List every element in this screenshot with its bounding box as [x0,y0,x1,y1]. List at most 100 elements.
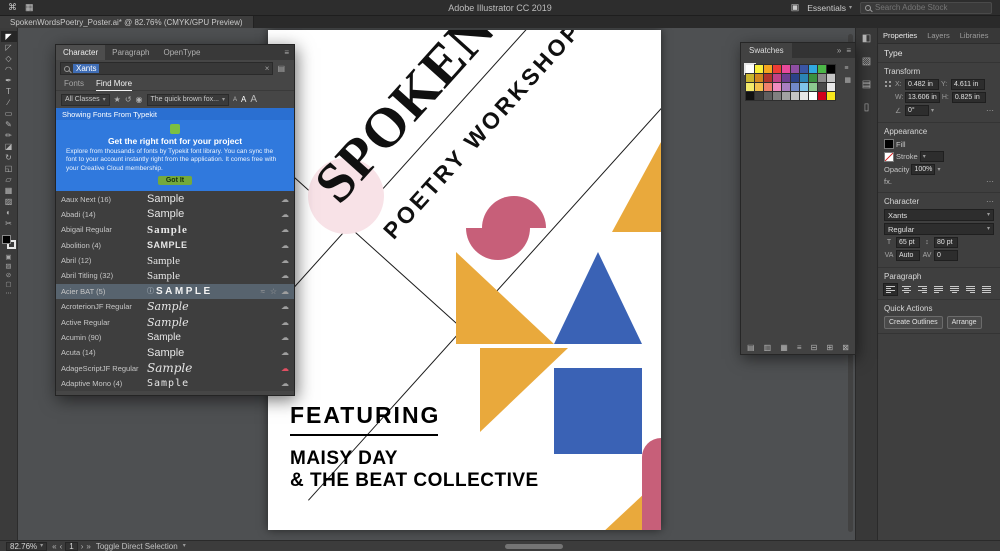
stock-search[interactable] [860,2,992,14]
swatch-libraries-icon[interactable]: ▤ [747,343,755,352]
font-list-item[interactable]: Abadi (14)Sample☁ [56,207,294,222]
font-list-item[interactable]: Abigail RegularSample☁ [56,222,294,237]
activate-font-icon[interactable]: ☁ [277,318,289,327]
search-options-icon[interactable]: ▤ [277,64,290,73]
sample-size-large-button[interactable]: A [250,94,257,105]
document-tab[interactable]: SpokenWordsPoetry_Poster.ai* @ 82.76% (C… [0,16,254,28]
panel-menu-icon[interactable]: ≡ [846,46,851,55]
pen-tool[interactable]: ✒ [1,75,17,86]
grid-view-icon[interactable]: ▦ [844,76,851,84]
swatch[interactable] [800,65,808,73]
activate-font-icon[interactable]: ☁ [277,271,289,280]
fill-stroke-widget[interactable] [2,235,16,249]
favorite-font-icon[interactable]: ☆ [265,287,277,296]
activate-font-icon[interactable]: ☁ [277,256,289,265]
preview-text-select[interactable]: The quick brown fox... ▾ [147,94,230,106]
align-center-button[interactable] [900,284,913,295]
align-justify-center-button[interactable] [948,284,961,295]
last-artboard-icon[interactable]: » [86,542,90,551]
leading-field[interactable]: 80 pt [934,237,958,248]
font-size-field[interactable]: 65 pt [896,237,920,248]
x-field[interactable]: 0.482 in [905,79,939,90]
activate-font-icon[interactable]: ☁ [277,195,289,204]
panel-menu-icon[interactable]: ≡ [284,48,294,57]
tracking-field[interactable]: 0 [934,250,958,261]
swatch[interactable] [782,83,790,91]
screen-mode-icon[interactable]: ⋯ [1,289,17,298]
swatch[interactable] [818,83,826,91]
align-justify-right-button[interactable] [964,284,977,295]
swatch[interactable] [809,83,817,91]
font-list-item[interactable]: AdageScriptJF RegularSample☁ [56,361,294,376]
magic-wand-tool[interactable]: ◇ [1,53,17,64]
collapse-panel-icon[interactable]: » [837,46,841,55]
font-info-icon[interactable]: ⓘ [147,286,154,296]
pencil-tool[interactable]: ✏ [1,130,17,141]
swatch[interactable] [791,74,799,82]
swatch[interactable] [755,83,763,91]
effects-button[interactable]: fx. [884,177,892,186]
activated-filter-icon[interactable]: ◉ [136,95,143,104]
font-list-item[interactable]: Acumin (90)Sample☁ [56,330,294,345]
font-list-item[interactable]: Adaptive Mono (4)Sample☁ [56,376,294,391]
apple-menu-icon[interactable]: ⌘ [8,2,17,13]
font-list-item[interactable]: Abril Titling (32)Sample☁ [56,268,294,283]
tab-properties[interactable]: Properties [878,31,922,40]
swatch-options-icon[interactable]: ≡ [797,343,802,352]
swatch[interactable] [800,92,808,100]
swatch[interactable] [800,74,808,82]
tab-find-more[interactable]: Find More [96,77,132,91]
color-mode-icon[interactable]: ▣ [1,253,17,262]
swatch[interactable] [827,83,835,91]
tab-character[interactable]: Character [56,45,105,60]
sample-size-small-button[interactable]: A [233,97,237,103]
font-list-item[interactable]: Abolition (4)SAMPLE☁ [56,237,294,252]
create-outlines-button[interactable]: Create Outlines [884,316,943,329]
scissors-tool[interactable]: ✂ [1,218,17,229]
align-left-button[interactable] [884,284,897,295]
draw-mode-icon[interactable]: ▢ [1,280,17,289]
none-mode-icon[interactable]: ⊘ [1,271,17,280]
dock-color-guide-icon[interactable]: ▧ [862,56,871,67]
scale-tool[interactable]: ◱ [1,163,17,174]
gradient-mode-icon[interactable]: ▨ [1,262,17,271]
activate-font-icon[interactable]: ☁ [277,348,289,357]
activate-font-icon[interactable]: ☁ [277,287,289,296]
new-swatch-icon[interactable]: ⊞ [826,343,833,352]
rectangle-tool[interactable]: ▭ [1,108,17,119]
activate-font-icon[interactable]: ☁ [277,225,289,234]
swatch[interactable] [827,65,835,73]
more-options-icon[interactable]: ⋯ [986,106,994,115]
swatch[interactable] [746,83,754,91]
font-class-filter[interactable]: All Classes ▾ [61,94,110,106]
activate-font-icon[interactable]: ☁ [277,364,289,373]
swatch[interactable] [773,83,781,91]
w-field[interactable]: 13.606 in [905,92,940,103]
swatch[interactable] [746,65,754,73]
dock-color-icon[interactable]: ◧ [862,33,871,44]
font-search-input[interactable]: Xants × [60,62,273,75]
direct-selection-tool[interactable]: ◸ [1,42,17,53]
artboard-number-field[interactable]: 1 [65,542,77,551]
next-artboard-icon[interactable]: › [81,542,84,551]
swatch[interactable] [773,92,781,100]
free-transform-tool[interactable]: ▱ [1,174,17,185]
reference-point-selector[interactable] [884,80,893,89]
swatch[interactable] [764,83,772,91]
rotate-tool[interactable]: ↻ [1,152,17,163]
swatch[interactable] [764,65,772,73]
tab-fonts[interactable]: Fonts [64,77,84,91]
blend-tool[interactable]: ◐ [1,207,17,218]
tab-libraries[interactable]: Libraries [955,31,994,40]
font-family-select[interactable]: Xants ▾ [884,209,994,221]
font-list-item[interactable]: Active RegularSample☁ [56,314,294,329]
font-list-item[interactable]: Acuta (14)Sample☁ [56,345,294,360]
swatch[interactable] [764,92,772,100]
new-color-group-icon[interactable]: ⊟ [811,343,818,352]
swatch[interactable] [818,74,826,82]
dock-libraries-icon[interactable]: ▤ [862,79,871,90]
swatch[interactable] [773,65,781,73]
swatch[interactable] [773,74,781,82]
swatch[interactable] [746,92,754,100]
swatch[interactable] [818,92,826,100]
